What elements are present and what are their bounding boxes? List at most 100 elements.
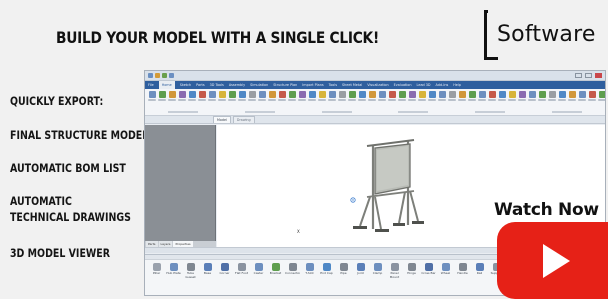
toolbox-item[interactable]: Clamp bbox=[370, 263, 385, 280]
ribbon-command-button[interactable] bbox=[498, 91, 506, 101]
close-button[interactable] bbox=[595, 73, 602, 78]
ribbon-command-button[interactable] bbox=[338, 91, 346, 101]
ribbon-command-button[interactable] bbox=[308, 91, 316, 101]
ribbon-command-button[interactable] bbox=[588, 91, 596, 101]
maximize-button[interactable] bbox=[585, 73, 592, 78]
ribbon-command-button[interactable] bbox=[538, 91, 546, 101]
ribbon-command-label bbox=[318, 99, 326, 101]
ribbon-command-button[interactable] bbox=[568, 91, 576, 101]
toolbox-item[interactable]: Joint bbox=[353, 263, 368, 280]
menu-tab-evaluation[interactable]: Evaluation bbox=[394, 83, 412, 87]
ribbon-command-button[interactable] bbox=[508, 91, 516, 101]
ribbon-command-button[interactable] bbox=[298, 91, 306, 101]
youtube-play-button[interactable] bbox=[497, 222, 608, 299]
menu-tab-tools[interactable]: Tools bbox=[329, 83, 337, 87]
menu-tab-lead-3d[interactable]: Lead 3D bbox=[417, 83, 431, 87]
menu-tab-file[interactable]: File bbox=[148, 83, 154, 87]
ribbon-command-button[interactable] bbox=[328, 91, 336, 101]
menu-tab-3d-tools[interactable]: 3D Tools bbox=[210, 83, 224, 87]
ribbon-command-button[interactable] bbox=[548, 91, 556, 101]
ribbon-command-button[interactable] bbox=[258, 91, 266, 101]
ribbon-command-button[interactable] bbox=[378, 91, 386, 101]
toolbox-item[interactable]: Handle bbox=[455, 263, 470, 280]
ribbon-command-button[interactable] bbox=[478, 91, 486, 101]
toolbox-item-label: Clamp bbox=[372, 272, 383, 275]
ribbon-command-button[interactable] bbox=[248, 91, 256, 101]
parts-panel[interactable]: Parts Layers Properties bbox=[145, 125, 216, 247]
toolbox-item[interactable]: Base bbox=[200, 263, 215, 280]
minimize-button[interactable] bbox=[575, 73, 582, 78]
toolbox-item[interactable]: End Cap bbox=[319, 263, 334, 280]
toolbox-item[interactable]: Tube Gusset bbox=[183, 263, 198, 280]
ribbon-command-button[interactable] bbox=[198, 91, 206, 101]
toolbox-item[interactable]: Cross Bar bbox=[421, 263, 436, 280]
ribbon-command-button[interactable] bbox=[408, 91, 416, 101]
ribbon-command-button[interactable] bbox=[468, 91, 476, 101]
toolbox-item[interactable]: Bracket bbox=[268, 263, 283, 280]
tab-model[interactable]: Model bbox=[213, 116, 231, 123]
ribbon-command-button[interactable] bbox=[228, 91, 236, 101]
menu-tab-import-plans[interactable]: Import Plans bbox=[302, 83, 323, 87]
toolbox-item[interactable]: Corner bbox=[217, 263, 232, 280]
toolbox-item[interactable]: Connector bbox=[285, 263, 300, 280]
ribbon-command-button[interactable] bbox=[278, 91, 286, 101]
app-logo-icon[interactable] bbox=[148, 73, 153, 78]
quick-save-icon[interactable] bbox=[155, 73, 160, 78]
menu-tab-sketch[interactable]: Sketch bbox=[180, 83, 191, 87]
ribbon-command-button[interactable] bbox=[598, 91, 605, 101]
toolbox-item[interactable]: Hub Plate bbox=[166, 263, 181, 280]
toolbox-item[interactable]: Flat Foot bbox=[234, 263, 249, 280]
menu-tab-home[interactable]: Home bbox=[158, 81, 175, 89]
menu-tab-add-ins[interactable]: Add-Ins bbox=[436, 83, 449, 87]
toolbox-item[interactable]: Rail bbox=[472, 263, 487, 280]
ribbon-command-button[interactable] bbox=[268, 91, 276, 101]
menu-tab-sheet-metal[interactable]: Sheet Metal bbox=[342, 83, 362, 87]
quick-redo-icon[interactable] bbox=[169, 73, 174, 78]
toolbox-item[interactable]: Caster bbox=[251, 263, 266, 280]
ribbon-command-button[interactable] bbox=[238, 91, 246, 101]
toolbox-item[interactable]: T-Slot bbox=[302, 263, 317, 280]
tab-drawing[interactable]: Drawing bbox=[232, 116, 255, 123]
ribbon-command-button[interactable] bbox=[208, 91, 216, 101]
toolbox-item[interactable]: Pipe bbox=[336, 263, 351, 280]
ribbon-command-button[interactable] bbox=[398, 91, 406, 101]
toolbox-item[interactable]: Wheel bbox=[438, 263, 453, 280]
ribbon-command-button[interactable] bbox=[418, 91, 426, 101]
ribbon-command-button[interactable] bbox=[448, 91, 456, 101]
ribbon-command-button[interactable] bbox=[218, 91, 226, 101]
ribbon-command-label bbox=[448, 99, 456, 101]
quick-undo-icon[interactable] bbox=[162, 73, 167, 78]
menu-tab-help[interactable]: Help bbox=[453, 83, 461, 87]
menu-tab-visualization[interactable]: Visualization bbox=[367, 83, 388, 87]
menu-tab-parts[interactable]: Parts bbox=[196, 83, 204, 87]
ribbon-command-button[interactable] bbox=[458, 91, 466, 101]
ribbon-command-button[interactable] bbox=[488, 91, 496, 101]
toolbox-item[interactable]: Panel Mount bbox=[387, 263, 402, 280]
ribbon-command-button[interactable] bbox=[368, 91, 376, 101]
ribbon-command-button[interactable] bbox=[578, 91, 586, 101]
menu-bar: File Home Sketch Parts 3D Tools Assembly Simul… bbox=[145, 81, 605, 89]
ribbon-command-button[interactable] bbox=[348, 91, 356, 101]
toolbox-item[interactable]: Pillar bbox=[149, 263, 164, 280]
ribbon-command-button[interactable] bbox=[358, 91, 366, 101]
menu-tab-assembly[interactable]: Assembly bbox=[229, 83, 245, 87]
ribbon-command-button[interactable] bbox=[288, 91, 296, 101]
ribbon-command-button[interactable] bbox=[188, 91, 196, 101]
ribbon-command-icon bbox=[168, 91, 176, 98]
toolbox-item[interactable]: Hinge bbox=[404, 263, 419, 280]
ribbon-command-button[interactable] bbox=[518, 91, 526, 101]
menu-tab-simulation[interactable]: Simulation bbox=[250, 83, 268, 87]
ribbon-command-button[interactable] bbox=[158, 91, 166, 101]
ribbon-group-labels bbox=[145, 110, 605, 114]
ribbon-command-icon bbox=[508, 91, 516, 98]
ribbon-command-button[interactable] bbox=[178, 91, 186, 101]
ribbon-command-button[interactable] bbox=[148, 91, 156, 101]
ribbon-command-button[interactable] bbox=[528, 91, 536, 101]
menu-tab-structure-plan[interactable]: Structure Plan bbox=[273, 83, 297, 87]
ribbon-command-button[interactable] bbox=[168, 91, 176, 101]
ribbon-command-button[interactable] bbox=[388, 91, 396, 101]
ribbon-command-button[interactable] bbox=[558, 91, 566, 101]
ribbon-command-button[interactable] bbox=[438, 91, 446, 101]
ribbon-command-button[interactable] bbox=[428, 91, 436, 101]
ribbon-command-button[interactable] bbox=[318, 91, 326, 101]
